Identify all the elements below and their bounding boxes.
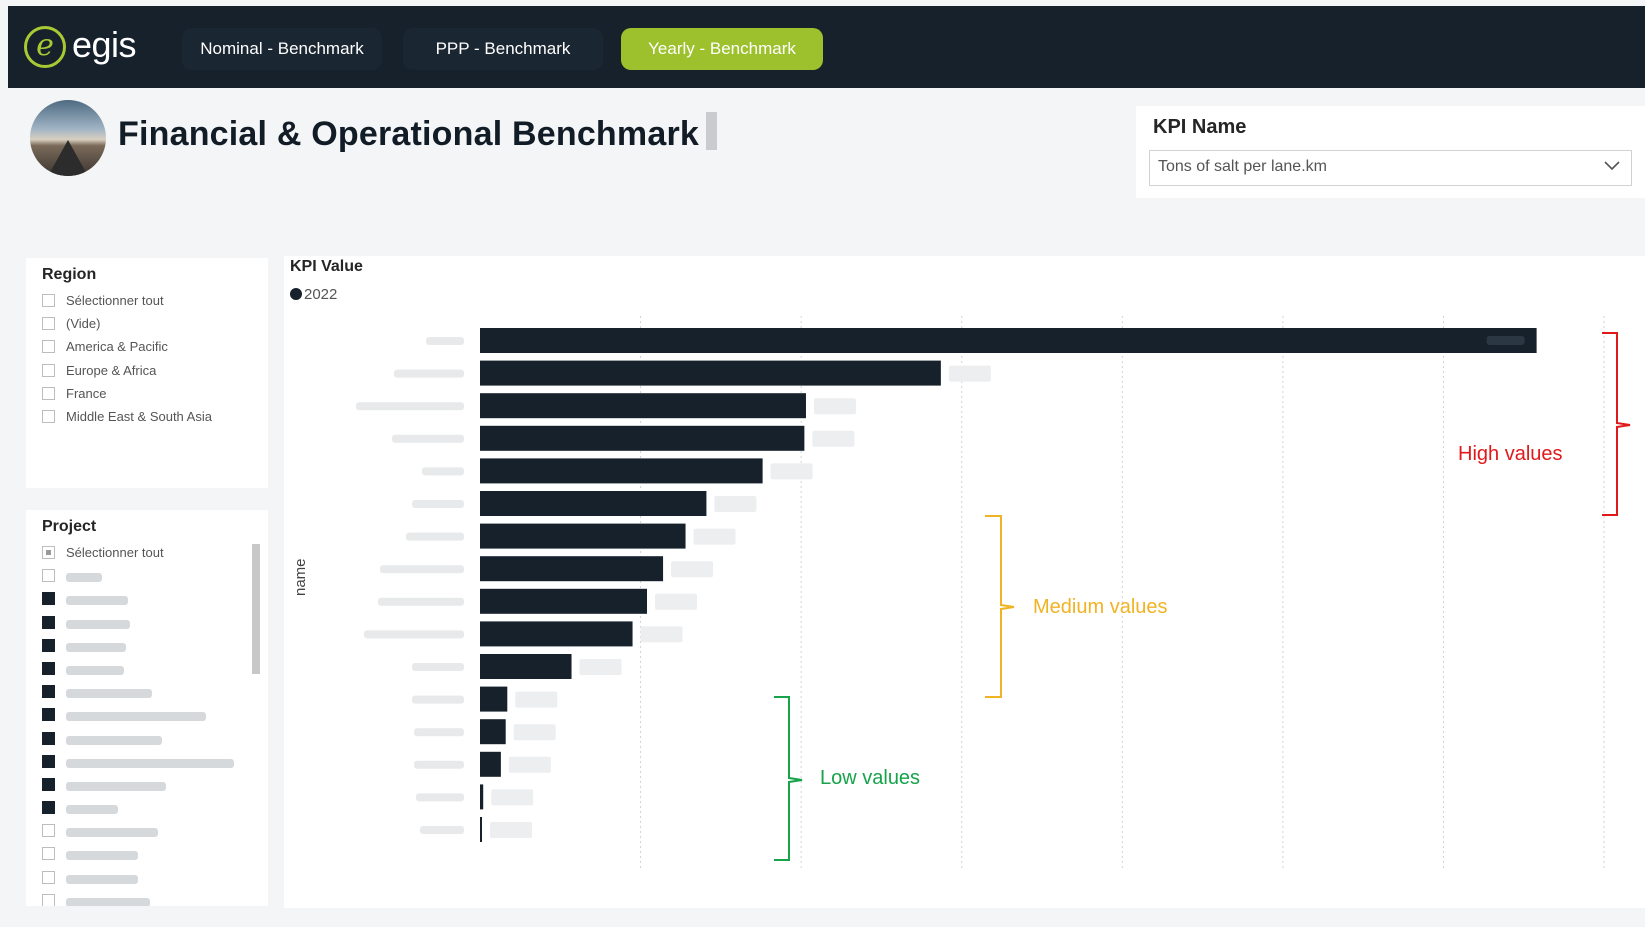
medium-values-annotation: Medium values bbox=[1033, 596, 1168, 618]
high-values-annotation: High values bbox=[1458, 443, 1563, 465]
report-page: e egis Nominal - Benchmark PPP - Benchma… bbox=[0, 0, 1645, 927]
medium-values-brace bbox=[985, 515, 1015, 698]
high-values-brace bbox=[1602, 332, 1631, 516]
low-values-annotation: Low values bbox=[820, 767, 921, 789]
low-values-brace bbox=[774, 696, 803, 861]
